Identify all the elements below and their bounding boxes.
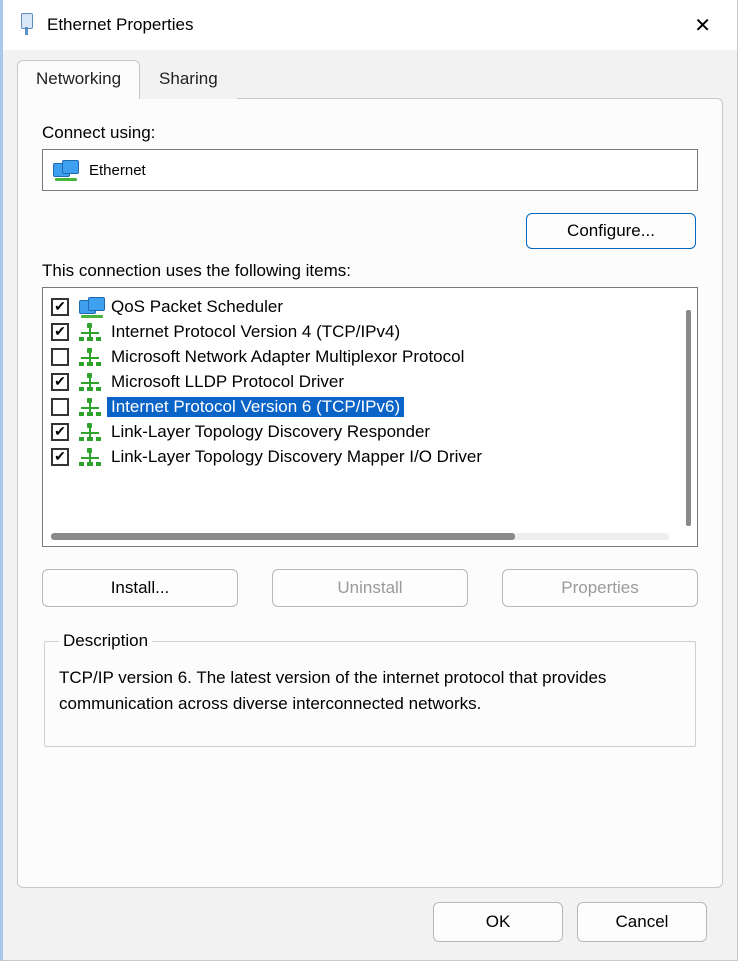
item-label: Link-Layer Topology Discovery Responder	[107, 422, 434, 442]
install-button[interactable]: Install...	[42, 569, 238, 607]
item-checkbox[interactable]	[51, 423, 69, 441]
dialog-footer: OK Cancel	[17, 888, 723, 960]
list-item[interactable]: QoS Packet Scheduler	[43, 294, 697, 319]
item-label: Microsoft Network Adapter Multiplexor Pr…	[107, 347, 468, 367]
network-protocol-icon	[79, 446, 101, 468]
adapter-box[interactable]: Ethernet	[42, 149, 698, 191]
adapter-name: Ethernet	[89, 162, 146, 179]
items-listbox[interactable]: QoS Packet Scheduler Internet Protocol Ve…	[42, 287, 698, 547]
network-protocol-icon	[79, 346, 101, 368]
titlebar: Ethernet Properties ✕	[3, 0, 737, 50]
network-protocol-icon	[79, 321, 101, 343]
description-text: TCP/IP version 6. The latest version of …	[59, 665, 681, 716]
item-checkbox[interactable]	[51, 323, 69, 341]
vertical-scrollbar[interactable]	[686, 310, 691, 526]
network-protocol-icon	[79, 396, 101, 418]
item-buttons-row: Install... Uninstall Properties	[42, 569, 698, 607]
item-checkbox[interactable]	[51, 398, 69, 416]
tab-sharing[interactable]: Sharing	[140, 60, 237, 99]
uninstall-button[interactable]: Uninstall	[272, 569, 468, 607]
item-label: Internet Protocol Version 6 (TCP/IPv6)	[107, 397, 404, 417]
ethernet-properties-window: Ethernet Properties ✕ Networking Sharing…	[0, 0, 738, 961]
client-area: Networking Sharing Connect using: Ethern…	[3, 50, 737, 960]
configure-row: Configure...	[42, 213, 696, 249]
item-checkbox[interactable]	[51, 373, 69, 391]
network-protocol-icon	[79, 371, 101, 393]
list-item[interactable]: Internet Protocol Version 6 (TCP/IPv6)	[43, 394, 697, 419]
configure-button[interactable]: Configure...	[526, 213, 696, 249]
connect-using-label: Connect using:	[42, 123, 698, 143]
tab-networking[interactable]: Networking	[17, 60, 140, 99]
description-legend: Description	[59, 631, 152, 651]
list-item[interactable]: Microsoft Network Adapter Multiplexor Pr…	[43, 344, 697, 369]
items-heading: This connection uses the following items…	[42, 261, 698, 281]
item-label: QoS Packet Scheduler	[107, 297, 287, 317]
item-label: Microsoft LLDP Protocol Driver	[107, 372, 348, 392]
properties-button[interactable]: Properties	[502, 569, 698, 607]
network-protocol-icon	[79, 421, 101, 443]
ethernet-icon	[17, 13, 37, 37]
ok-button[interactable]: OK	[433, 902, 563, 942]
list-item[interactable]: Link-Layer Topology Discovery Mapper I/O…	[43, 444, 697, 469]
window-title: Ethernet Properties	[47, 15, 682, 35]
adapter-icon	[53, 160, 79, 180]
item-label: Link-Layer Topology Discovery Mapper I/O…	[107, 447, 486, 467]
item-label: Internet Protocol Version 4 (TCP/IPv4)	[107, 322, 404, 342]
item-checkbox[interactable]	[51, 348, 69, 366]
horizontal-scrollbar[interactable]	[51, 533, 669, 540]
cancel-button[interactable]: Cancel	[577, 902, 707, 942]
item-checkbox[interactable]	[51, 298, 69, 316]
item-checkbox[interactable]	[51, 448, 69, 466]
monitors-icon	[79, 296, 101, 318]
description-group: Description TCP/IP version 6. The latest…	[44, 631, 696, 747]
tab-panel-networking: Connect using: Ethernet Configure... Thi…	[17, 98, 723, 888]
list-item[interactable]: Internet Protocol Version 4 (TCP/IPv4)	[43, 319, 697, 344]
close-icon[interactable]: ✕	[682, 7, 723, 44]
tabstrip: Networking Sharing	[17, 60, 723, 98]
list-item[interactable]: Link-Layer Topology Discovery Responder	[43, 419, 697, 444]
list-item[interactable]: Microsoft LLDP Protocol Driver	[43, 369, 697, 394]
